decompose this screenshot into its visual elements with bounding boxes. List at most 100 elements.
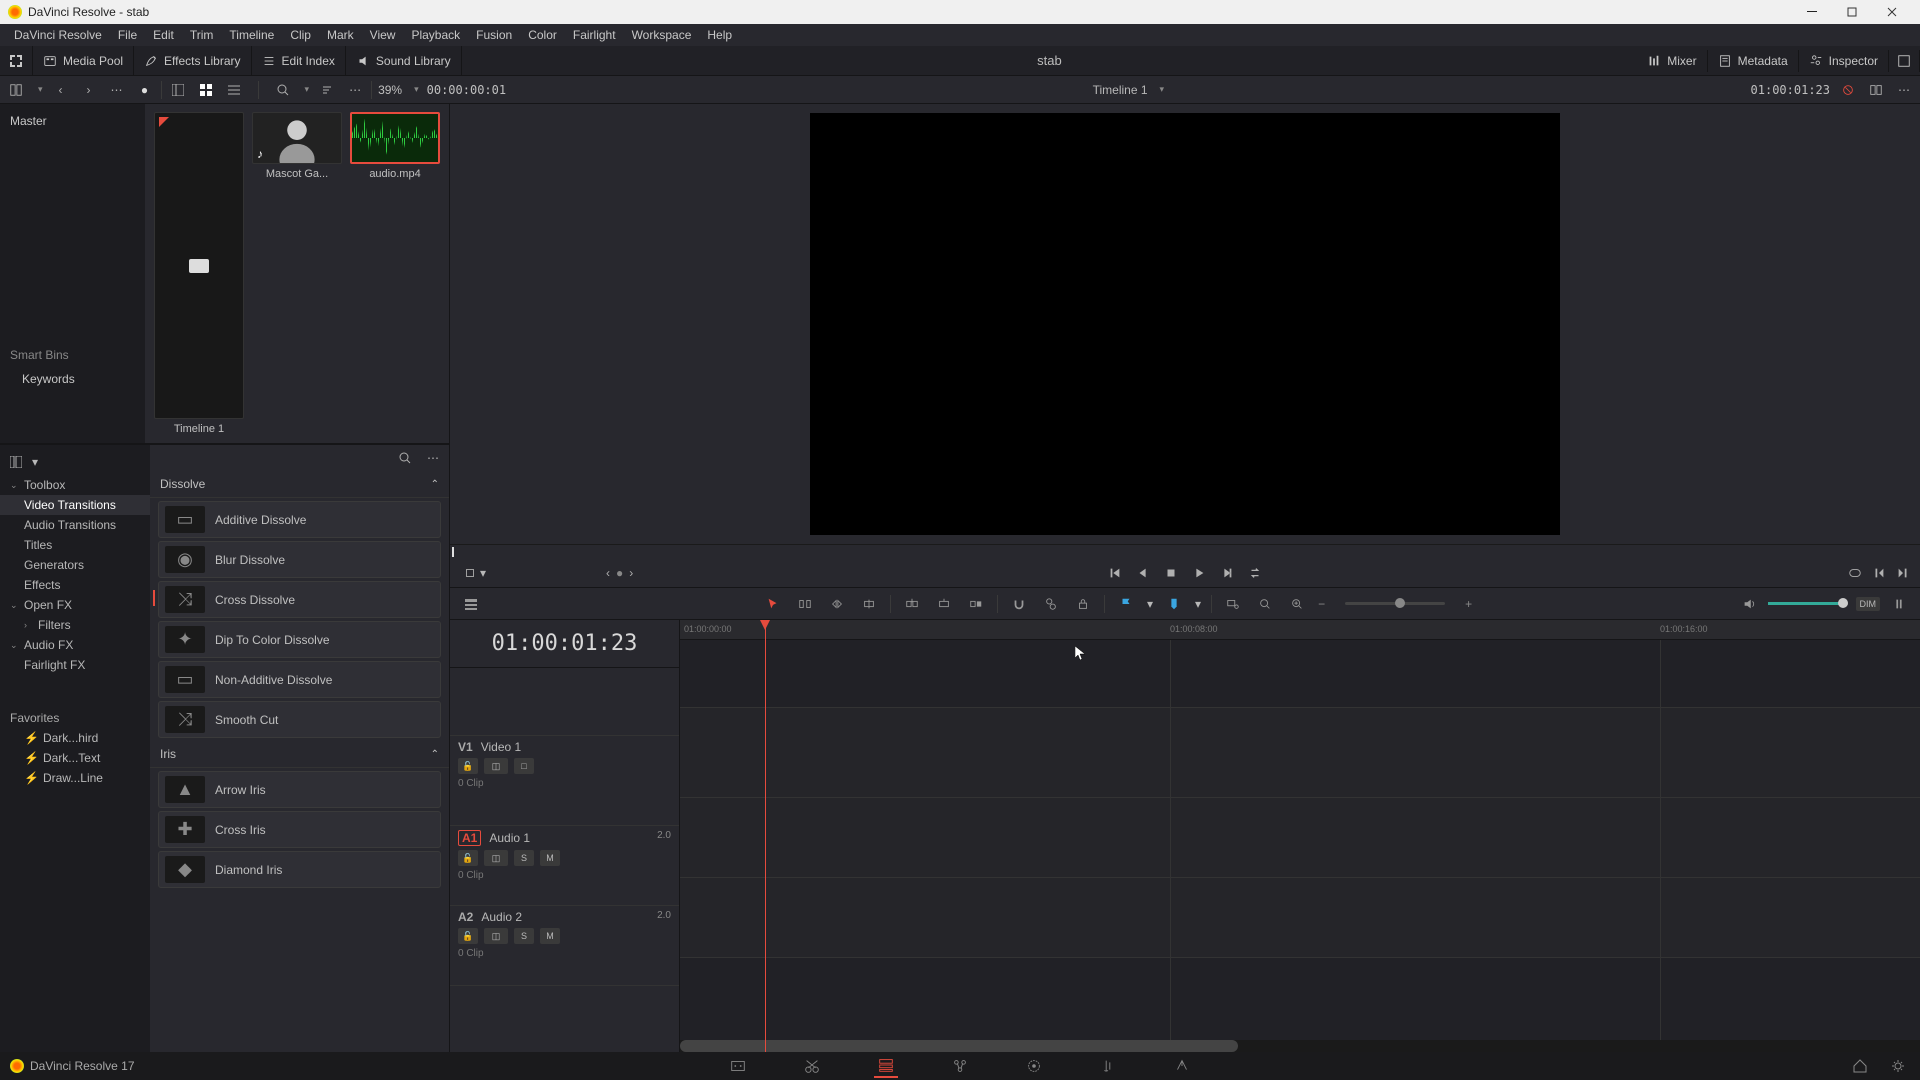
playhead[interactable] — [765, 620, 766, 1052]
menu-help[interactable]: Help — [699, 26, 740, 44]
pool-view-toggle-icon[interactable] — [6, 80, 26, 100]
metadata-button[interactable]: Metadata — [1708, 50, 1799, 72]
fav-item-2[interactable]: ⚡Draw...Line — [0, 768, 150, 788]
fx-panel-toggle-icon[interactable] — [6, 452, 26, 472]
metadata-view-icon[interactable] — [168, 80, 188, 100]
chevron-down-icon[interactable]: ▾ — [1195, 597, 1201, 611]
thumbnail-view-icon[interactable] — [196, 80, 216, 100]
out-point-icon[interactable] — [1896, 566, 1910, 580]
fx-smooth-cut[interactable]: ⤨Smooth Cut — [158, 701, 441, 738]
fx-dip-to-color[interactable]: ✦Dip To Color Dissolve — [158, 621, 441, 658]
menu-clip[interactable]: Clip — [282, 26, 319, 44]
inspector-button[interactable]: Inspector — [1799, 50, 1889, 72]
insert-icon[interactable] — [901, 593, 923, 615]
overwrite-icon[interactable] — [933, 593, 955, 615]
flag-icon[interactable] — [1115, 593, 1137, 615]
track-header-a1[interactable]: 2.0 A1Audio 1 🔓 ◫ S M 0 Clip — [450, 826, 679, 906]
chevron-down-icon[interactable]: ▾ — [1147, 597, 1153, 611]
tree-generators[interactable]: Generators — [0, 555, 150, 575]
nav-back-icon[interactable]: ‹ — [51, 80, 71, 100]
chevron-down-icon[interactable]: ▾ — [1160, 84, 1165, 95]
bin-master[interactable]: Master — [0, 110, 145, 132]
disable-video-icon[interactable]: □ — [514, 758, 534, 774]
solo-button[interactable]: S — [514, 850, 534, 866]
project-settings-icon[interactable] — [1886, 1054, 1910, 1078]
snapping-icon[interactable] — [1008, 593, 1030, 615]
chevron-down-icon[interactable]: ▾ — [414, 84, 419, 95]
solo-button[interactable]: S — [514, 928, 534, 944]
volume-icon[interactable] — [1738, 593, 1760, 615]
dynamic-trim-icon[interactable] — [826, 593, 848, 615]
color-page-icon[interactable] — [1022, 1054, 1046, 1078]
fav-item-1[interactable]: ⚡Dark...Text — [0, 748, 150, 768]
menu-trim[interactable]: Trim — [182, 26, 222, 44]
menu-edit[interactable]: Edit — [145, 26, 182, 44]
zoom-out-icon[interactable]: − — [1318, 597, 1325, 611]
mute-icon[interactable] — [1888, 593, 1910, 615]
transform-icon[interactable] — [460, 563, 480, 583]
in-point-icon[interactable] — [1872, 566, 1886, 580]
mute-button[interactable]: M — [540, 850, 560, 866]
detail-zoom-icon[interactable] — [1254, 593, 1276, 615]
menu-mark[interactable]: Mark — [319, 26, 362, 44]
search-icon[interactable] — [395, 448, 415, 468]
options-icon[interactable]: ⋯ — [345, 80, 365, 100]
chevron-down-icon[interactable]: ▾ — [38, 84, 43, 95]
tree-audio-transitions[interactable]: Audio Transitions — [0, 515, 150, 535]
category-dissolve[interactable]: Dissolve⌃ — [150, 471, 449, 498]
timeline-ruler[interactable]: 01:00:00:00 01:00:08:00 01:00:16:00 — [680, 620, 1920, 640]
single-viewer-icon[interactable] — [1866, 80, 1886, 100]
nav-fwd-icon[interactable]: › — [79, 80, 99, 100]
sound-library-button[interactable]: Sound Library — [346, 46, 462, 75]
fav-item-0[interactable]: ⚡Dark...hird — [0, 728, 150, 748]
fx-cross-iris[interactable]: ✚Cross Iris — [158, 811, 441, 848]
edit-page-icon[interactable] — [874, 1054, 898, 1078]
loop-button[interactable] — [1248, 566, 1262, 580]
menu-timeline[interactable]: Timeline — [221, 26, 282, 44]
fx-cross-dissolve[interactable]: ⤨Cross Dissolve — [158, 581, 441, 618]
lock-icon[interactable]: 🔓 — [458, 758, 478, 774]
fairlight-page-icon[interactable] — [1096, 1054, 1120, 1078]
clip-timeline1[interactable]: Timeline 1 — [153, 112, 245, 435]
position-lock-icon[interactable] — [1072, 593, 1094, 615]
menu-fusion[interactable]: Fusion — [468, 26, 520, 44]
fusion-page-icon[interactable] — [948, 1054, 972, 1078]
tree-openfx[interactable]: ⌄Open FX — [0, 595, 150, 615]
zoom-slider[interactable] — [1345, 602, 1445, 605]
full-screen-button[interactable] — [1889, 50, 1920, 72]
timeline-selector[interactable]: Timeline 1 — [1093, 83, 1148, 97]
list-view-icon[interactable] — [224, 80, 244, 100]
match-frame-icon[interactable] — [1848, 566, 1862, 580]
chevron-down-icon[interactable]: ▾ — [305, 84, 310, 95]
mute-button[interactable]: M — [540, 928, 560, 944]
chevron-down-icon[interactable]: ▾ — [32, 455, 38, 469]
edit-index-button[interactable]: Edit Index — [252, 46, 346, 75]
fx-non-additive[interactable]: ▭Non-Additive Dissolve — [158, 661, 441, 698]
fx-additive-dissolve[interactable]: ▭Additive Dissolve — [158, 501, 441, 538]
timeline-timecode[interactable]: 01:00:01:23 — [450, 620, 679, 668]
options-icon[interactable]: ⋯ — [107, 80, 127, 100]
link-icon[interactable] — [1040, 593, 1062, 615]
zoom-selection-icon[interactable] — [1222, 593, 1244, 615]
lock-icon[interactable]: 🔓 — [458, 850, 478, 866]
bypass-icon[interactable] — [1838, 80, 1858, 100]
record-icon[interactable]: ● — [135, 80, 155, 100]
stop-button[interactable] — [1164, 566, 1178, 580]
tree-toolbox[interactable]: ⌄Toolbox — [0, 475, 150, 495]
volume-slider[interactable] — [1768, 602, 1848, 605]
zoom-in-icon[interactable]: + — [1465, 597, 1472, 611]
tree-fairlightfx[interactable]: Fairlight FX — [0, 655, 150, 675]
source-timecode[interactable]: 00:00:00:01 — [427, 83, 506, 97]
category-iris[interactable]: Iris⌃ — [150, 741, 449, 768]
prev-frame-button[interactable] — [1136, 566, 1150, 580]
clip-audio[interactable]: audio.mp4 — [349, 112, 441, 435]
mixer-button[interactable]: Mixer — [1637, 50, 1707, 72]
replace-icon[interactable] — [965, 593, 987, 615]
search-icon[interactable] — [273, 80, 293, 100]
tree-filters[interactable]: ›Filters — [0, 615, 150, 635]
fx-arrow-iris[interactable]: ▲Arrow Iris — [158, 771, 441, 808]
play-button[interactable] — [1192, 566, 1206, 580]
chevron-down-icon[interactable]: ▾ — [480, 566, 486, 580]
fx-diamond-iris[interactable]: ◆Diamond Iris — [158, 851, 441, 888]
track-header-v1[interactable]: V1Video 1 🔓 ◫ □ 0 Clip — [450, 736, 679, 826]
